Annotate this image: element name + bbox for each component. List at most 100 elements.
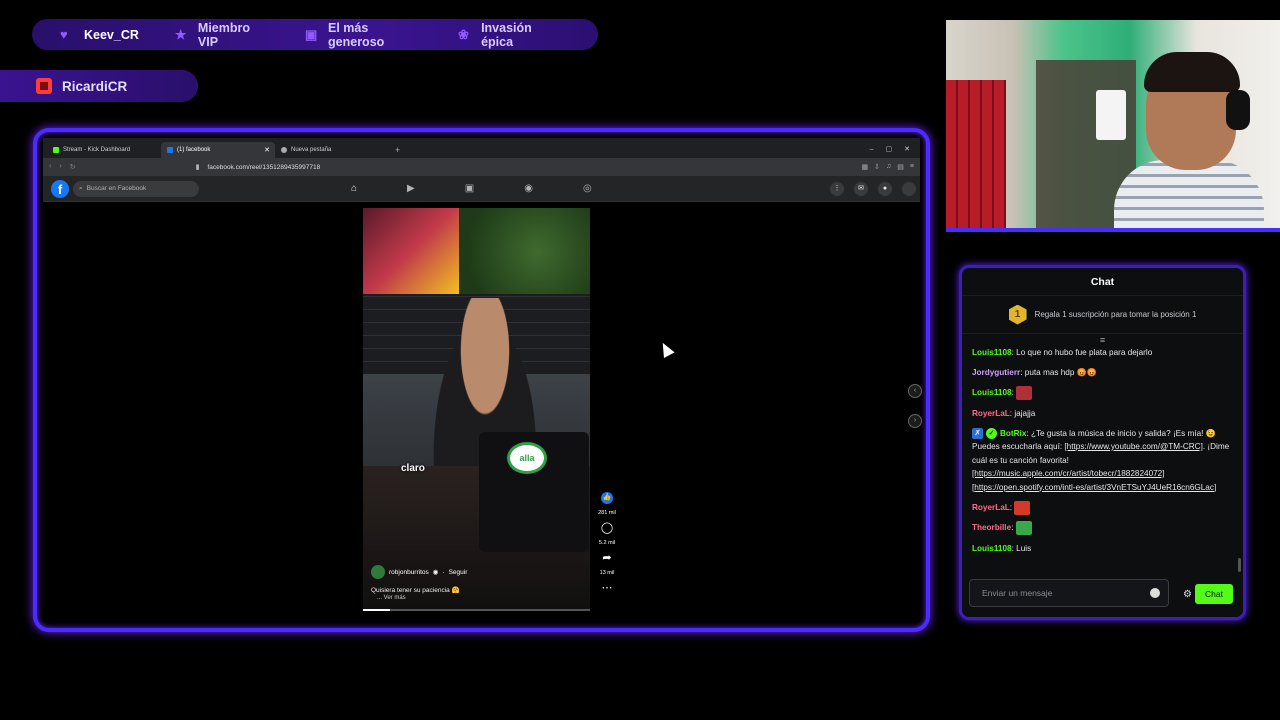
forward-icon[interactable]: › bbox=[59, 163, 61, 171]
like-count: 281 mil bbox=[598, 510, 616, 516]
chat-messages: Louis1108: Lo que no hubo fue plata para… bbox=[962, 346, 1243, 555]
collapse-handle-icon[interactable]: ≡ bbox=[962, 334, 1243, 346]
close-window-icon[interactable]: ✕ bbox=[904, 142, 910, 158]
like-icon[interactable]: 👍 bbox=[601, 492, 613, 504]
send-chat-button[interactable]: Chat bbox=[1195, 584, 1233, 604]
chat-username[interactable]: BotRix bbox=[1000, 429, 1026, 438]
back-icon[interactable]: ‹ bbox=[49, 163, 51, 171]
apple-music-link[interactable]: [https://music.apple.com/cr/artist/tobec… bbox=[972, 469, 1165, 478]
sidebar-icon[interactable]: ▤ bbox=[897, 163, 904, 171]
chat-message: Louis1108: Luis bbox=[972, 543, 1032, 553]
verified-badge-icon: ✓ bbox=[986, 427, 997, 439]
chat-username[interactable]: RoyerLaL bbox=[972, 409, 1010, 418]
paw-icon: ❀ bbox=[458, 26, 469, 42]
chat-message-input[interactable]: Enviar un mensaje bbox=[969, 579, 1169, 607]
comment-count: 5.2 mil bbox=[598, 540, 616, 546]
new-tab-button[interactable]: + bbox=[395, 142, 400, 158]
reel-video[interactable]: alla claro robjonburritos ◉ · Seguir Qui… bbox=[363, 208, 590, 611]
maximize-icon[interactable]: ▢ bbox=[886, 142, 893, 158]
screen-capture-frame: Stream - Kick Dashboard (1) facebook ✕ N… bbox=[33, 128, 930, 632]
profile-avatar[interactable] bbox=[902, 181, 916, 196]
alert-label: Miembro VIP bbox=[197, 20, 250, 49]
chat-username[interactable]: Jordygutierr bbox=[972, 368, 1020, 377]
chat-username[interactable]: RoyerLaL bbox=[972, 503, 1010, 512]
share-count: 13 mil bbox=[599, 570, 615, 576]
chat-username[interactable]: Louis1108 bbox=[972, 348, 1012, 357]
emote-icon bbox=[1015, 521, 1032, 535]
chat-message: RoyerLaL: bbox=[972, 500, 1233, 515]
facebook-search-input[interactable]: ⌕ Buscar en Facebook bbox=[73, 180, 199, 197]
tab-facebook[interactable]: (1) facebook ✕ bbox=[161, 142, 275, 158]
author-avatar[interactable] bbox=[371, 565, 385, 579]
gift-icon: ▣ bbox=[304, 26, 318, 42]
chat-username[interactable]: Theorbille bbox=[972, 523, 1011, 532]
minimize-icon[interactable]: – bbox=[870, 142, 874, 158]
verified-icon: ◉ bbox=[432, 569, 439, 576]
chat-message: Louis1108: Lo que no hubo fue plata para… bbox=[972, 348, 1153, 357]
more-options-icon[interactable]: ⋯ bbox=[602, 582, 613, 594]
headset-image bbox=[1226, 90, 1250, 130]
chat-username[interactable]: Louis1108 bbox=[972, 544, 1012, 553]
facebook-favicon-icon bbox=[167, 147, 173, 153]
previous-reel-icon[interactable]: ‹ bbox=[908, 384, 922, 398]
tab-kick-dashboard[interactable]: Stream - Kick Dashboard bbox=[47, 142, 161, 158]
tab-label: (1) facebook bbox=[177, 147, 211, 153]
emoji-icon[interactable] bbox=[1150, 588, 1160, 598]
gift-text: Regala 1 suscripción para tomar la posic… bbox=[1034, 310, 1197, 319]
next-reel-icon[interactable]: › bbox=[908, 414, 922, 428]
browser-window: Stream - Kick Dashboard (1) facebook ✕ N… bbox=[43, 138, 922, 622]
alert-label: Keev_CR bbox=[84, 27, 139, 42]
menu-icon[interactable]: ≡ bbox=[910, 163, 914, 171]
spotify-link[interactable]: [https://open.spotify.com/intl-es/artist… bbox=[972, 483, 1216, 492]
extensions-icon[interactable]: ▦ bbox=[862, 163, 869, 171]
marketplace-icon[interactable]: ▣ bbox=[465, 183, 474, 194]
see-more-link[interactable]: ... Ver más bbox=[377, 595, 406, 601]
music-icon[interactable]: ♫ bbox=[886, 163, 891, 171]
alert-label: El más generoso bbox=[328, 20, 385, 49]
address-bar: ‹ › ↻ ▮ facebook.com/reel/13512894359977… bbox=[43, 158, 920, 176]
reel-description: Quisiera tener su paciencia 🤗 bbox=[371, 587, 460, 594]
chat-text: puta mas hdp 😡😡 bbox=[1024, 368, 1098, 377]
tab-bar: Stream - Kick Dashboard (1) facebook ✕ N… bbox=[43, 138, 920, 158]
chat-message: RoyerLaL: jajajja bbox=[972, 408, 1036, 418]
tab-new-tab[interactable]: Nueva pestaña bbox=[275, 142, 389, 158]
close-icon[interactable]: ✕ bbox=[264, 146, 270, 154]
messenger-icon[interactable]: ✉ bbox=[854, 181, 868, 196]
video-icon[interactable]: ▶ bbox=[407, 183, 415, 194]
host-name: RicardiCR bbox=[62, 78, 128, 94]
download-icon[interactable]: ⇩ bbox=[874, 163, 880, 171]
comment-icon[interactable]: ◯ bbox=[601, 522, 613, 534]
menu-grid-icon[interactable]: ⋮ bbox=[830, 181, 844, 196]
reload-icon[interactable]: ↻ bbox=[70, 163, 76, 171]
gift-sub-banner[interactable]: 1 Regala 1 suscripción para tomar la pos… bbox=[962, 296, 1243, 334]
youtube-link[interactable]: [https://www.youtube.com/@TM-CRC] bbox=[1064, 442, 1202, 451]
reel-progress-fill bbox=[363, 609, 391, 611]
share-icon[interactable]: ➦ bbox=[602, 552, 611, 564]
brand-logo: alla bbox=[507, 442, 547, 474]
kick-icon bbox=[36, 78, 52, 94]
chat-message: ✗ ✓ BotRix: ¿Te gusta la música de inicio … bbox=[972, 427, 1230, 492]
follow-button[interactable]: Seguir bbox=[449, 569, 468, 576]
home-icon[interactable]: ⌂ bbox=[351, 183, 357, 194]
facebook-logo-icon[interactable]: f bbox=[51, 179, 69, 198]
author-name[interactable]: robjonburritos bbox=[389, 569, 429, 576]
reel-progress-bar[interactable] bbox=[363, 609, 590, 611]
reel-caption: claro bbox=[401, 463, 425, 474]
url-field[interactable]: facebook.com/reel/1351289435997718 bbox=[207, 164, 861, 171]
bookmark-icon[interactable]: ▮ bbox=[196, 163, 200, 171]
star-icon: ★ bbox=[174, 26, 187, 42]
chat-username[interactable]: Louis1108 bbox=[972, 388, 1012, 397]
reel-actions: 👍 281 mil ◯ 5.2 mil ➦ 13 mil ⋯ bbox=[594, 492, 620, 594]
emote-icon bbox=[1014, 500, 1031, 515]
gaming-icon[interactable]: ◎ bbox=[583, 183, 592, 194]
gear-icon[interactable]: ⚙ bbox=[1183, 589, 1192, 600]
notifications-icon[interactable]: ● bbox=[878, 181, 892, 196]
alerts-bar: ♥ Keev_CR ★ Miembro VIP ▣ El más generos… bbox=[32, 19, 598, 50]
globe-icon bbox=[281, 147, 287, 153]
chat-input-placeholder: Enviar un mensaje bbox=[982, 588, 1053, 598]
host-name-pill: RicardiCR bbox=[0, 70, 198, 102]
chat-panel: Chat 1 Regala 1 suscripción para tomar l… bbox=[959, 265, 1246, 620]
groups-icon[interactable]: ◉ bbox=[524, 183, 533, 194]
chat-scrollbar[interactable] bbox=[1238, 558, 1241, 572]
tab-label: Nueva pestaña bbox=[291, 147, 332, 153]
